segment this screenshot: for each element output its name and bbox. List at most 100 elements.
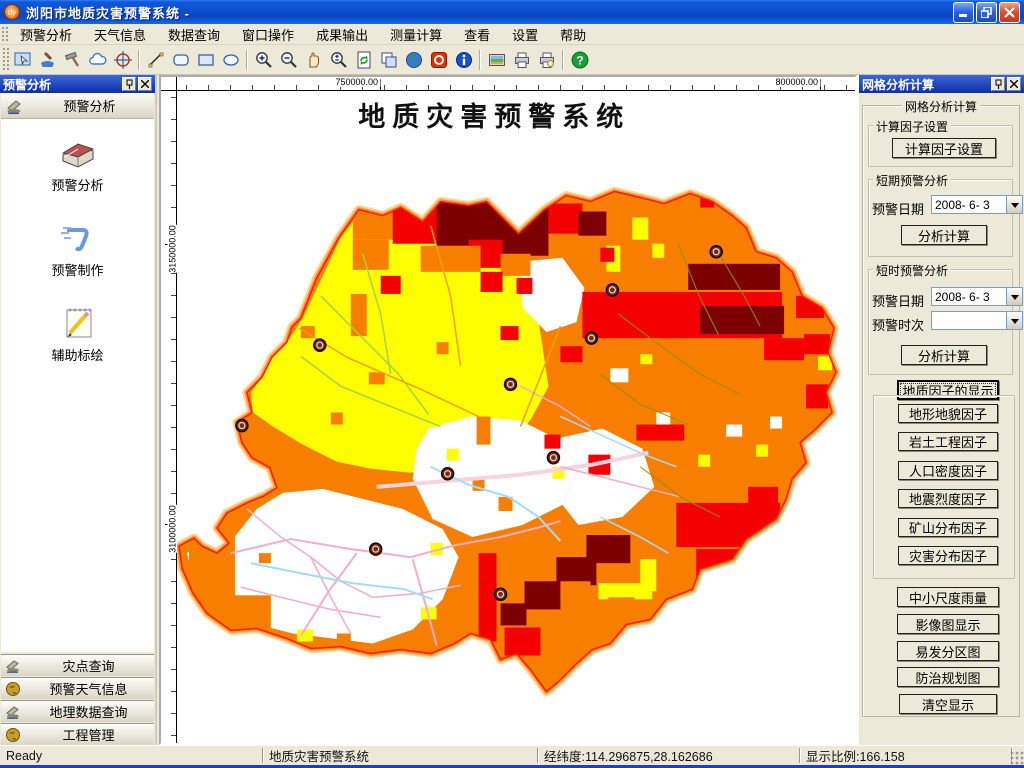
menu-measure-calc[interactable]: 测量计算 bbox=[379, 23, 453, 46]
short-term-date-combobox[interactable]: 2008- 6- 3 bbox=[931, 195, 1023, 214]
info-button[interactable] bbox=[451, 48, 476, 72]
menu-settings[interactable]: 设置 bbox=[501, 23, 549, 46]
help-icon: ? bbox=[571, 51, 588, 68]
hammer-button[interactable] bbox=[60, 48, 85, 72]
prevention-plan-button[interactable]: 防治规划图 bbox=[897, 667, 999, 687]
print-button[interactable] bbox=[509, 48, 534, 72]
print-preview-button[interactable] bbox=[534, 48, 559, 72]
draw-rect-button[interactable] bbox=[193, 48, 218, 72]
map-view: 750000.00 800000.00 3150000.00 3100000.0… bbox=[159, 75, 857, 745]
draw-ellipse-button[interactable] bbox=[218, 48, 243, 72]
toolbar: ? bbox=[0, 45, 1024, 75]
map-drawing bbox=[177, 186, 841, 697]
terrain-factor-button[interactable]: 地形地貌因子 bbox=[898, 404, 998, 423]
zoom-out-icon bbox=[280, 51, 297, 68]
draw-line-icon bbox=[148, 52, 163, 67]
disaster-factor-button[interactable]: 灾害分布因子 bbox=[898, 546, 998, 565]
short-time-analyze-button[interactable]: 分析计算 bbox=[901, 345, 987, 365]
help-button[interactable]: ? bbox=[567, 48, 592, 72]
menu-weather-info[interactable]: 天气信息 bbox=[83, 23, 157, 46]
close-icon bbox=[1010, 80, 1018, 88]
groupbox-legend: 计算因子设置 bbox=[873, 118, 952, 135]
globe-button[interactable] bbox=[401, 48, 426, 72]
draw-roundrect-button[interactable] bbox=[168, 48, 193, 72]
menu-warning-analysis[interactable]: 预警分析 bbox=[9, 23, 83, 46]
menu-view[interactable]: 查看 bbox=[453, 23, 501, 46]
main-area: 预警分析 预警分析 预警分析 预警制作 辅助标绘 灾点查询 预警天气信息 地理数… bbox=[0, 75, 1024, 745]
ruler-label: 800000.00 bbox=[775, 77, 820, 87]
stop-button[interactable] bbox=[426, 48, 451, 72]
short-term-groupbox: 短期预警分析 bbox=[868, 172, 1013, 257]
copy-layers-button[interactable] bbox=[376, 48, 401, 72]
short-time-date-combobox[interactable]: 2008- 6- 3 bbox=[931, 287, 1023, 306]
calc-factor-settings-button[interactable]: 计算因子设置 bbox=[892, 138, 996, 158]
chevron-down-icon[interactable] bbox=[1006, 196, 1022, 213]
menubar-grip[interactable] bbox=[1, 26, 8, 42]
town-marker bbox=[546, 450, 561, 465]
status-bar: Ready 地质灾害预警系统 经纬度:114.296875,28.162686 … bbox=[0, 745, 1024, 765]
restore-button[interactable] bbox=[976, 1, 997, 23]
left-section-project-management[interactable]: 工程管理 bbox=[1, 723, 154, 745]
map-canvas[interactable]: 地质灾害预警系统 bbox=[177, 91, 855, 743]
toolbar-separator bbox=[479, 49, 481, 70]
left-item-aux-plotting[interactable]: 辅助标绘 bbox=[18, 303, 138, 364]
globe-icon bbox=[6, 727, 20, 742]
image-display-button[interactable]: 影像图显示 bbox=[897, 614, 999, 634]
clear-display-button[interactable]: 清空显示 bbox=[899, 694, 997, 714]
zoom-in-button[interactable] bbox=[251, 48, 276, 72]
map-select-button[interactable] bbox=[10, 48, 35, 72]
paint-brush-button[interactable] bbox=[35, 48, 60, 72]
chevron-down-icon[interactable] bbox=[1006, 312, 1022, 329]
globe-icon bbox=[405, 51, 422, 68]
right-panel-close-button[interactable] bbox=[1007, 77, 1021, 91]
left-section-geo-data-query[interactable]: 地理数据查询 bbox=[1, 700, 154, 722]
chevron-down-icon[interactable] bbox=[1006, 288, 1022, 305]
left-panel-header-title: 预警分析 bbox=[63, 99, 116, 114]
left-section-disaster-query[interactable]: 灾点查询 bbox=[1, 654, 154, 676]
left-panel-close-button[interactable] bbox=[138, 77, 152, 91]
stamp-icon bbox=[7, 99, 21, 114]
stamp-icon bbox=[6, 659, 19, 673]
draw-line-button[interactable] bbox=[143, 48, 168, 72]
resize-grip[interactable] bbox=[1010, 751, 1024, 765]
close-button[interactable] bbox=[999, 1, 1020, 23]
geotech-factor-button[interactable]: 岩土工程因子 bbox=[898, 432, 998, 451]
town-marker bbox=[368, 542, 383, 556]
ruler-tick bbox=[380, 79, 381, 90]
zoom-out-button[interactable] bbox=[276, 48, 301, 72]
zoom-extent-button[interactable] bbox=[326, 48, 351, 72]
seismic-factor-button[interactable]: 地震烈度因子 bbox=[898, 489, 998, 508]
short-term-analyze-button[interactable]: 分析计算 bbox=[901, 225, 987, 245]
close-icon bbox=[1004, 6, 1015, 18]
right-panel-pin-button[interactable] bbox=[991, 77, 1005, 91]
legend-image-button[interactable] bbox=[484, 48, 509, 72]
warning-time-combobox[interactable] bbox=[931, 311, 1023, 330]
mine-factor-button[interactable]: 矿山分布因子 bbox=[898, 518, 998, 537]
pushpin-icon bbox=[126, 79, 132, 89]
menu-help[interactable]: 帮助 bbox=[549, 23, 597, 46]
left-item-warning-analysis[interactable]: 预警分析 bbox=[18, 133, 138, 194]
left-panel-pin-button[interactable] bbox=[122, 77, 136, 91]
hook-tool-icon bbox=[60, 227, 89, 252]
minimize-button[interactable] bbox=[953, 1, 974, 23]
refresh-page-button[interactable] bbox=[351, 48, 376, 72]
draw-ellipse-icon bbox=[222, 53, 239, 66]
rainfall-scale-button[interactable]: 中小尺度雨量 bbox=[897, 587, 999, 607]
toolbar-grip[interactable] bbox=[2, 47, 9, 72]
susceptibility-map-button[interactable]: 易发分区图 bbox=[897, 641, 999, 661]
center-target-button[interactable] bbox=[110, 48, 135, 72]
left-section-label: 灾点查询 bbox=[62, 659, 115, 674]
pan-hand-button[interactable] bbox=[301, 48, 326, 72]
hammer-icon bbox=[64, 51, 79, 67]
menu-data-query[interactable]: 数据查询 bbox=[157, 23, 231, 46]
left-item-warning-production[interactable]: 预警制作 bbox=[18, 218, 138, 279]
paint-brush-icon bbox=[40, 51, 54, 67]
horizontal-ruler: 750000.00 800000.00 bbox=[177, 77, 855, 91]
left-section-warning-weather[interactable]: 预警天气信息 bbox=[1, 677, 154, 699]
menu-window-ops[interactable]: 窗口操作 bbox=[231, 23, 305, 46]
stop-icon bbox=[430, 51, 447, 68]
population-factor-button[interactable]: 人口密度因子 bbox=[898, 461, 998, 480]
menu-result-output[interactable]: 成果输出 bbox=[305, 23, 379, 46]
cloud-button[interactable] bbox=[85, 48, 110, 72]
toolbar-separator bbox=[562, 49, 564, 70]
